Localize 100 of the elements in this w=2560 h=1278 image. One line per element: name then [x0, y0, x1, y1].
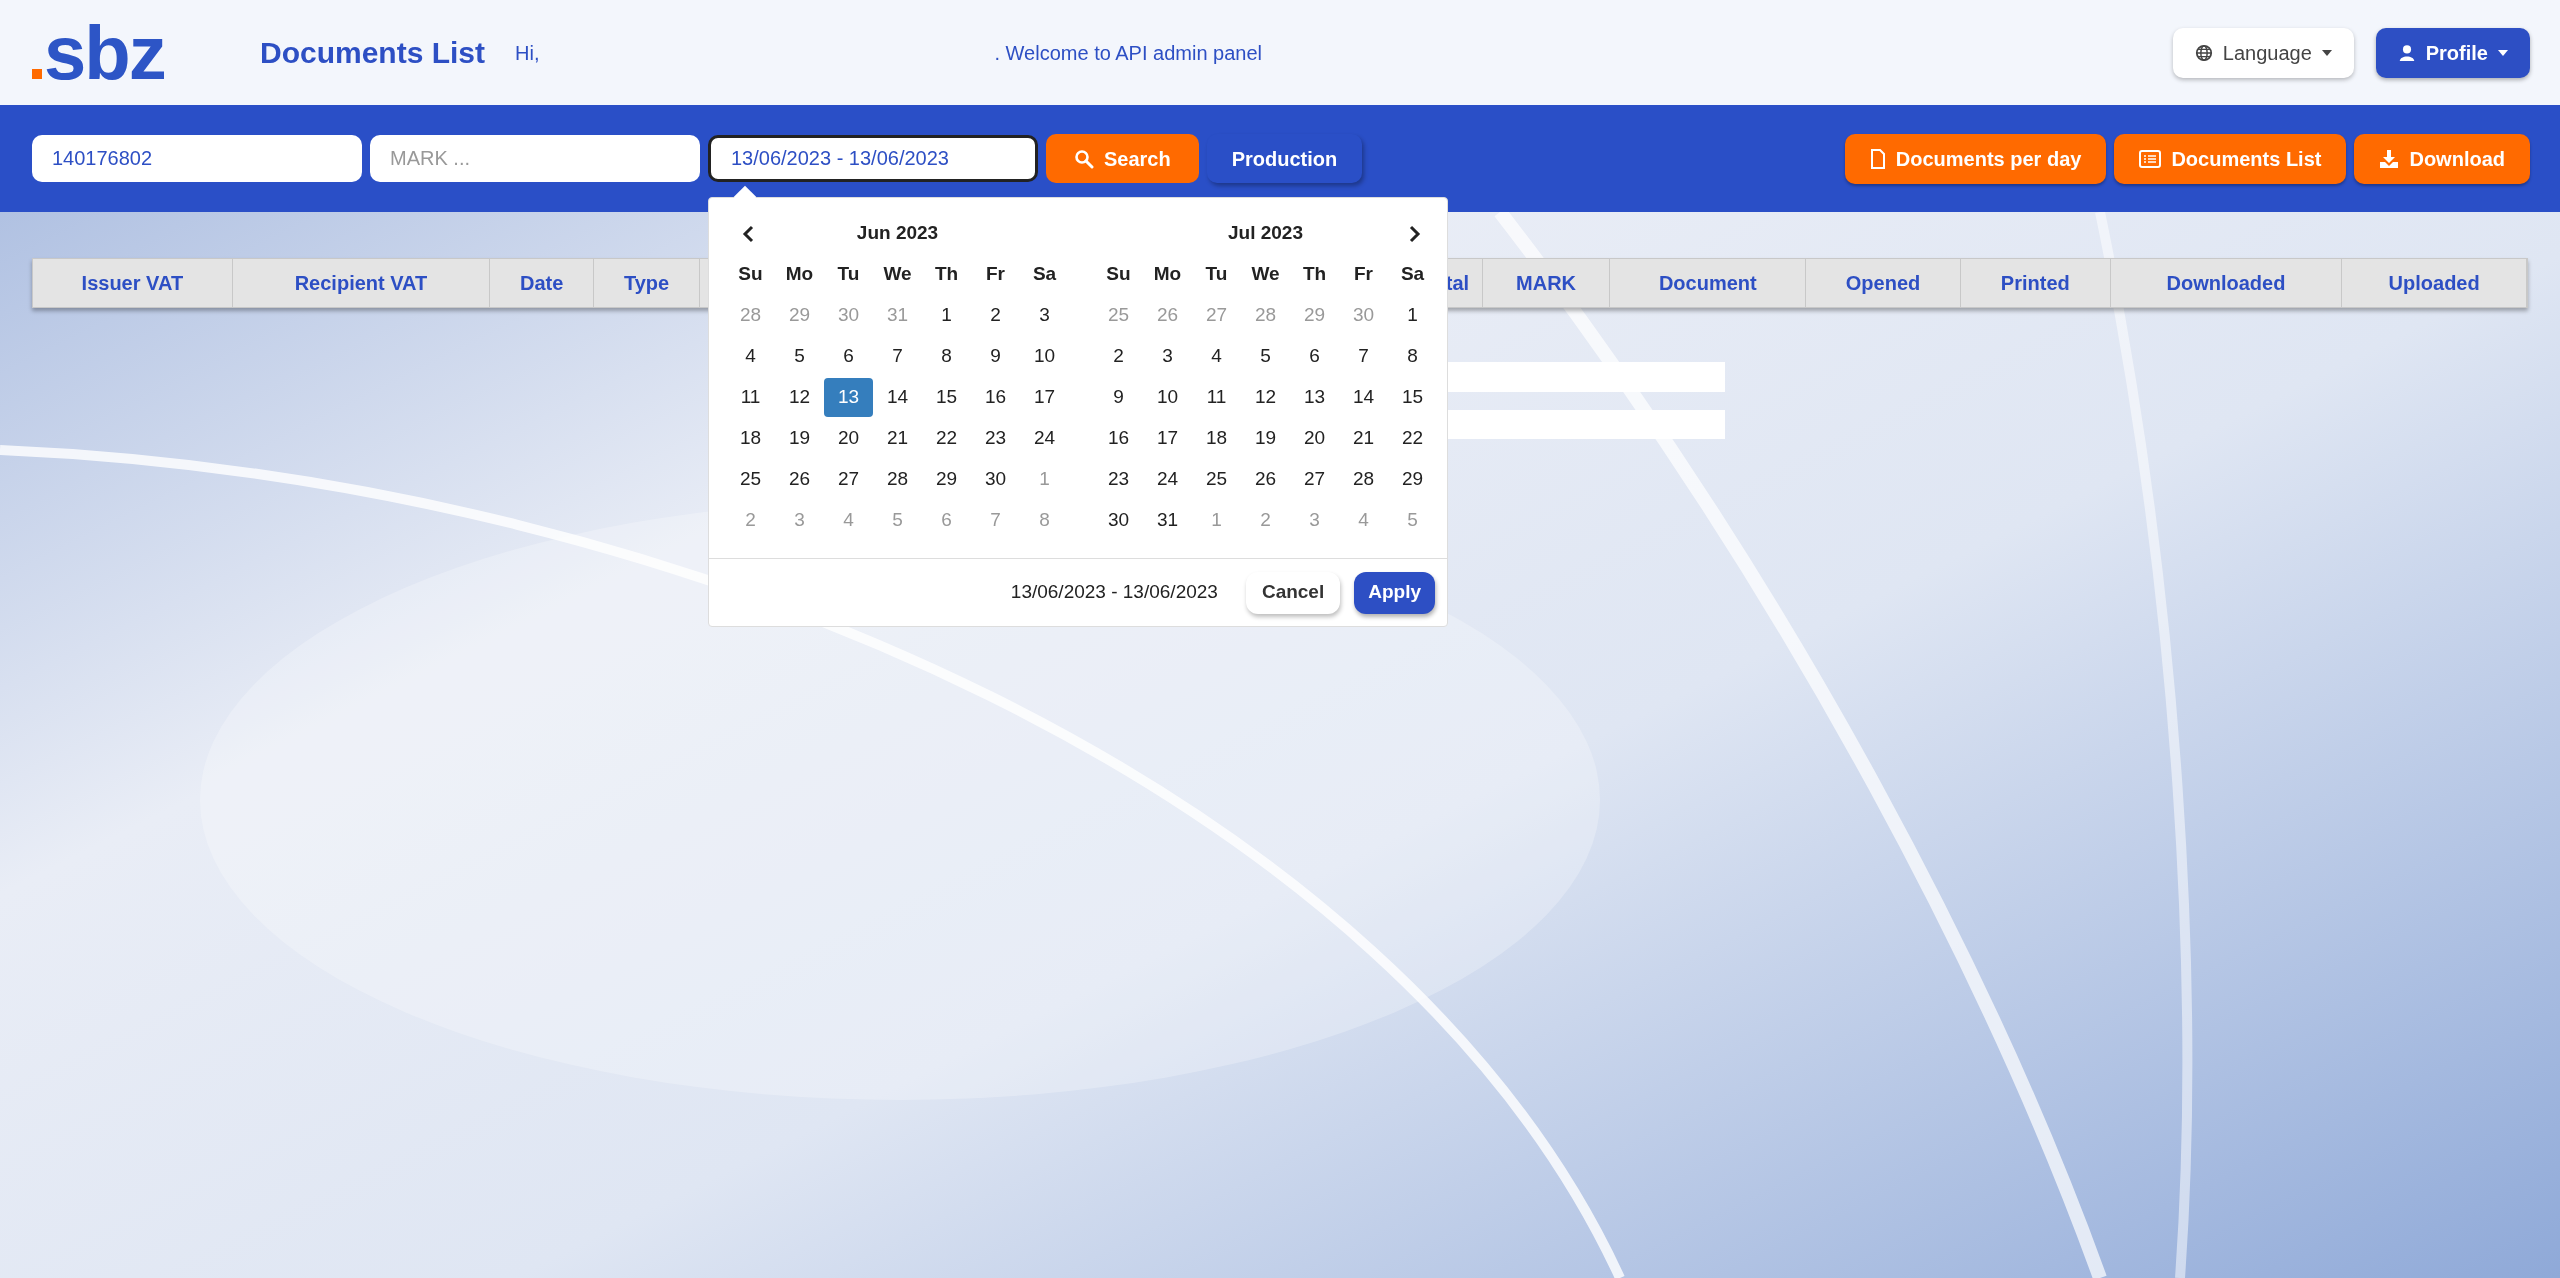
column-header[interactable]: Type: [594, 259, 700, 307]
calendar-day[interactable]: 23: [1094, 460, 1143, 499]
calendar-day[interactable]: 30: [971, 460, 1020, 499]
calendar-day[interactable]: 13: [1290, 378, 1339, 417]
weekday-label: Th: [933, 262, 960, 287]
calendar-day[interactable]: 22: [1388, 419, 1437, 458]
weekday-label: We: [882, 262, 913, 287]
apply-button[interactable]: Apply: [1354, 571, 1435, 614]
calendar-day[interactable]: 13: [824, 378, 873, 417]
weekday-label: Mo: [1152, 262, 1183, 287]
calendar-day[interactable]: 1: [1388, 296, 1437, 335]
vat-field[interactable]: 140176802: [32, 135, 362, 182]
calendar-day[interactable]: 10: [1143, 378, 1192, 417]
calendar-day[interactable]: 17: [1020, 378, 1069, 417]
logo: sbz: [44, 12, 165, 93]
calendar-day[interactable]: 16: [1094, 419, 1143, 458]
calendar-day[interactable]: 29: [922, 460, 971, 499]
user-icon: [2397, 43, 2416, 62]
file-icon: [1869, 148, 1886, 169]
calendar-day[interactable]: 30: [1094, 501, 1143, 540]
calendar-day[interactable]: 28: [873, 460, 922, 499]
calendar-day[interactable]: 18: [726, 419, 775, 458]
environment-label: Production: [1206, 134, 1363, 183]
weekday-label: Sa: [1399, 262, 1426, 287]
calendar-day[interactable]: 9: [971, 337, 1020, 376]
calendar-day[interactable]: 21: [1339, 419, 1388, 458]
calendar-day[interactable]: 10: [1020, 337, 1069, 376]
weekday-label: Sa: [1031, 262, 1058, 287]
calendar-day[interactable]: 19: [1241, 419, 1290, 458]
calendar-day[interactable]: 12: [775, 378, 824, 417]
calendar-day[interactable]: 1: [922, 296, 971, 335]
calendar-day[interactable]: 5: [1241, 337, 1290, 376]
calendar-day[interactable]: 26: [775, 460, 824, 499]
column-header[interactable]: Opened: [1806, 259, 1961, 307]
calendar-day[interactable]: 8: [1388, 337, 1437, 376]
calendar-day[interactable]: 3: [1020, 296, 1069, 335]
cancel-button[interactable]: Cancel: [1245, 571, 1341, 614]
caret-icon: [2321, 49, 2332, 56]
calendar-day[interactable]: 8: [922, 337, 971, 376]
calendar-day[interactable]: 20: [1290, 419, 1339, 458]
calendar-day[interactable]: 19: [775, 419, 824, 458]
calendar-day[interactable]: 15: [1388, 378, 1437, 417]
profile-button[interactable]: Profile: [2375, 27, 2530, 78]
calendar-day[interactable]: 25: [1192, 460, 1241, 499]
column-header[interactable]: Printed: [1960, 259, 2111, 307]
calendar-day[interactable]: 18: [1192, 419, 1241, 458]
search-icon: [1074, 148, 1094, 169]
calendar-day[interactable]: 27: [1290, 460, 1339, 499]
calendar-day[interactable]: 4: [726, 337, 775, 376]
column-header[interactable]: Issuer VAT: [33, 259, 233, 307]
column-header[interactable]: Uploaded: [2342, 259, 2527, 307]
calendar-day[interactable]: 29: [1388, 460, 1437, 499]
month-title: Jul 2023: [1228, 221, 1303, 246]
calendar-day[interactable]: 2: [971, 296, 1020, 335]
weekday-label: Mo: [784, 262, 815, 287]
calendar-day[interactable]: 11: [726, 378, 775, 417]
chevron-left-icon: [742, 224, 754, 243]
calendar-day[interactable]: 22: [922, 419, 971, 458]
calendar-day[interactable]: 3: [1143, 337, 1192, 376]
column-header[interactable]: Downloaded: [2110, 259, 2343, 307]
calendar-day[interactable]: 6: [1290, 337, 1339, 376]
column-header[interactable]: MARK: [1482, 259, 1611, 307]
calendar-day[interactable]: 28: [1339, 460, 1388, 499]
mark-field[interactable]: MARK ...: [370, 135, 700, 182]
language-button[interactable]: Language: [2172, 27, 2354, 78]
calendar-day[interactable]: 9: [1094, 378, 1143, 417]
calendar-day[interactable]: 7: [1339, 337, 1388, 376]
calendar-day[interactable]: 12: [1241, 378, 1290, 417]
calendar-day[interactable]: 6: [824, 337, 873, 376]
calendar-day[interactable]: 15: [922, 378, 971, 417]
column-header[interactable]: Recipient VAT: [232, 259, 491, 307]
calendar-day[interactable]: 16: [971, 378, 1020, 417]
calendar-day[interactable]: 7: [873, 337, 922, 376]
calendar-day[interactable]: 14: [1339, 378, 1388, 417]
calendar-day[interactable]: 27: [824, 460, 873, 499]
weekday-label: Fr: [1353, 262, 1374, 287]
calendar-day[interactable]: 2: [1094, 337, 1143, 376]
calendar-day[interactable]: 4: [1192, 337, 1241, 376]
column-header[interactable]: Date: [490, 259, 595, 307]
page-title: Documents List: [260, 35, 486, 71]
calendar-day[interactable]: 21: [873, 419, 922, 458]
calendar-day[interactable]: 20: [824, 419, 873, 458]
calendar-day[interactable]: 5: [775, 337, 824, 376]
column-header[interactable]: Document: [1610, 259, 1807, 307]
calendar-day[interactable]: 14: [873, 378, 922, 417]
weekday-label: We: [1250, 262, 1281, 287]
calendar-day[interactable]: 24: [1143, 460, 1192, 499]
calendar-day[interactable]: 17: [1143, 419, 1192, 458]
greeting-text: Hi,: [515, 40, 540, 66]
caret-icon: [2498, 49, 2508, 56]
calendar-day[interactable]: 24: [1020, 419, 1069, 458]
calendar-day[interactable]: 31: [1143, 501, 1192, 540]
calendar-day[interactable]: 23: [971, 419, 1020, 458]
weekday-label: Tu: [836, 262, 861, 287]
date-range-field[interactable]: 13/06/2023 - 13/06/2023: [708, 135, 1038, 182]
chevron-right-icon: [1409, 224, 1421, 243]
calendar-day[interactable]: 26: [1241, 460, 1290, 499]
calendar-day[interactable]: 25: [726, 460, 775, 499]
weekday-label: Su: [1105, 262, 1132, 287]
calendar-day[interactable]: 11: [1192, 378, 1241, 417]
